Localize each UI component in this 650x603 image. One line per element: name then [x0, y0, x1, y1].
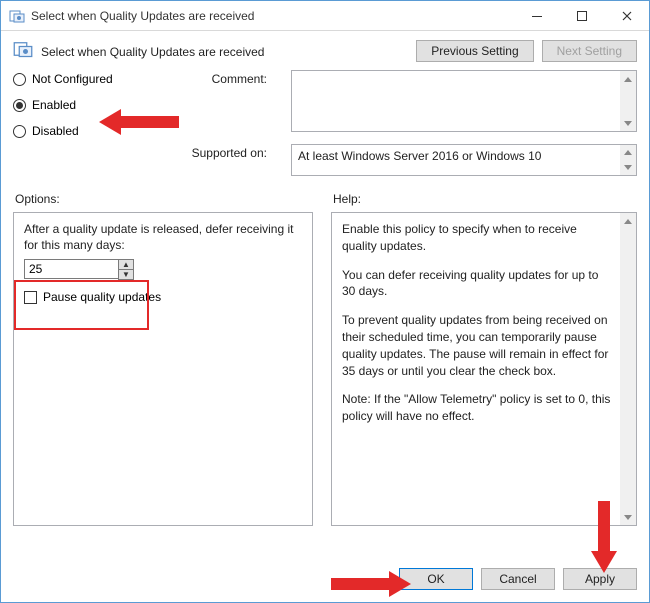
- defer-days-spinner: ▲ ▼: [24, 259, 302, 280]
- comment-field-wrap: [291, 70, 637, 132]
- status-radios: Not Configured Enabled Disabled: [13, 70, 153, 138]
- radio-enabled[interactable]: Enabled: [13, 98, 153, 112]
- spinner-buttons: ▲ ▼: [118, 259, 134, 280]
- defer-days-input[interactable]: [24, 259, 118, 279]
- options-content: After a quality update is released, defe…: [13, 212, 313, 526]
- help-p3: To prevent quality updates from being re…: [342, 312, 614, 379]
- radio-dot-icon: [16, 102, 23, 109]
- pause-updates-checkbox[interactable]: [24, 291, 37, 304]
- policy-title: Select when Quality Updates are received: [41, 43, 408, 59]
- window-title: Select when Quality Updates are received: [31, 9, 514, 23]
- spinner-up-button[interactable]: ▲: [119, 260, 133, 270]
- scroll-up-icon[interactable]: [620, 71, 636, 87]
- radio-circle-icon: [13, 99, 26, 112]
- nav-buttons: Previous Setting Next Setting: [416, 40, 637, 62]
- help-p2: You can defer receiving quality updates …: [342, 267, 614, 301]
- help-heading: Help:: [331, 192, 637, 206]
- supported-on-text: At least Windows Server 2016 or Windows …: [291, 144, 637, 176]
- previous-setting-button[interactable]: Previous Setting: [416, 40, 533, 62]
- supported-on-row: Supported on: At least Windows Server 20…: [13, 144, 637, 176]
- help-pane: Help: Enable this policy to specify when…: [331, 192, 637, 526]
- window-controls: [514, 1, 649, 30]
- apply-button[interactable]: Apply: [563, 568, 637, 590]
- supported-on-value: At least Windows Server 2016 or Windows …: [298, 149, 541, 163]
- help-p1: Enable this policy to specify when to re…: [342, 221, 614, 255]
- radio-label: Disabled: [32, 124, 79, 138]
- next-setting-button: Next Setting: [542, 40, 637, 62]
- ok-button[interactable]: OK: [399, 568, 473, 590]
- scroll-down-icon[interactable]: [620, 509, 636, 525]
- scrollbar[interactable]: [620, 213, 636, 525]
- radio-circle-icon: [13, 125, 26, 138]
- scroll-up-icon[interactable]: [620, 213, 636, 229]
- scroll-up-icon[interactable]: [620, 145, 636, 160]
- options-pane: Options: After a quality update is relea…: [13, 192, 313, 526]
- radio-label: Enabled: [32, 98, 76, 112]
- supported-on-label: Supported on:: [177, 144, 267, 160]
- pause-updates-label: Pause quality updates: [43, 290, 161, 304]
- radio-not-configured[interactable]: Not Configured: [13, 72, 153, 86]
- dialog-footer: OK Cancel Apply: [399, 568, 637, 590]
- cancel-button[interactable]: Cancel: [481, 568, 555, 590]
- options-heading: Options:: [13, 192, 313, 206]
- comment-textarea[interactable]: [291, 70, 637, 132]
- maximize-button[interactable]: [559, 1, 604, 30]
- help-p4: Note: If the "Allow Telemetry" policy is…: [342, 391, 614, 425]
- radio-label: Not Configured: [32, 72, 113, 86]
- titlebar: Select when Quality Updates are received: [1, 1, 649, 31]
- spinner-down-button[interactable]: ▼: [119, 270, 133, 279]
- policy-header-icon: [13, 39, 33, 62]
- policy-editor-window: Select when Quality Updates are received: [0, 0, 650, 603]
- scrollbar[interactable]: [620, 71, 636, 131]
- radio-disabled[interactable]: Disabled: [13, 124, 153, 138]
- supported-on-field-wrap: At least Windows Server 2016 or Windows …: [291, 144, 637, 176]
- lower-panes: Options: After a quality update is relea…: [13, 192, 637, 526]
- scroll-down-icon[interactable]: [620, 160, 636, 175]
- status-and-comment: Not Configured Enabled Disabled Comment:: [13, 70, 637, 138]
- minimize-button[interactable]: [514, 1, 559, 30]
- close-button[interactable]: [604, 1, 649, 30]
- comment-label: Comment:: [177, 70, 267, 86]
- defer-days-label: After a quality update is released, defe…: [24, 221, 302, 253]
- scrollbar[interactable]: [620, 145, 636, 175]
- window-body: Select when Quality Updates are received…: [1, 31, 649, 538]
- pause-updates-row: Pause quality updates: [24, 290, 302, 304]
- scroll-down-icon[interactable]: [620, 115, 636, 131]
- policy-header: Select when Quality Updates are received…: [13, 39, 637, 62]
- gpedit-icon: [9, 8, 25, 24]
- help-content-wrap: Enable this policy to specify when to re…: [331, 212, 637, 526]
- radio-circle-icon: [13, 73, 26, 86]
- help-text: Enable this policy to specify when to re…: [342, 221, 614, 517]
